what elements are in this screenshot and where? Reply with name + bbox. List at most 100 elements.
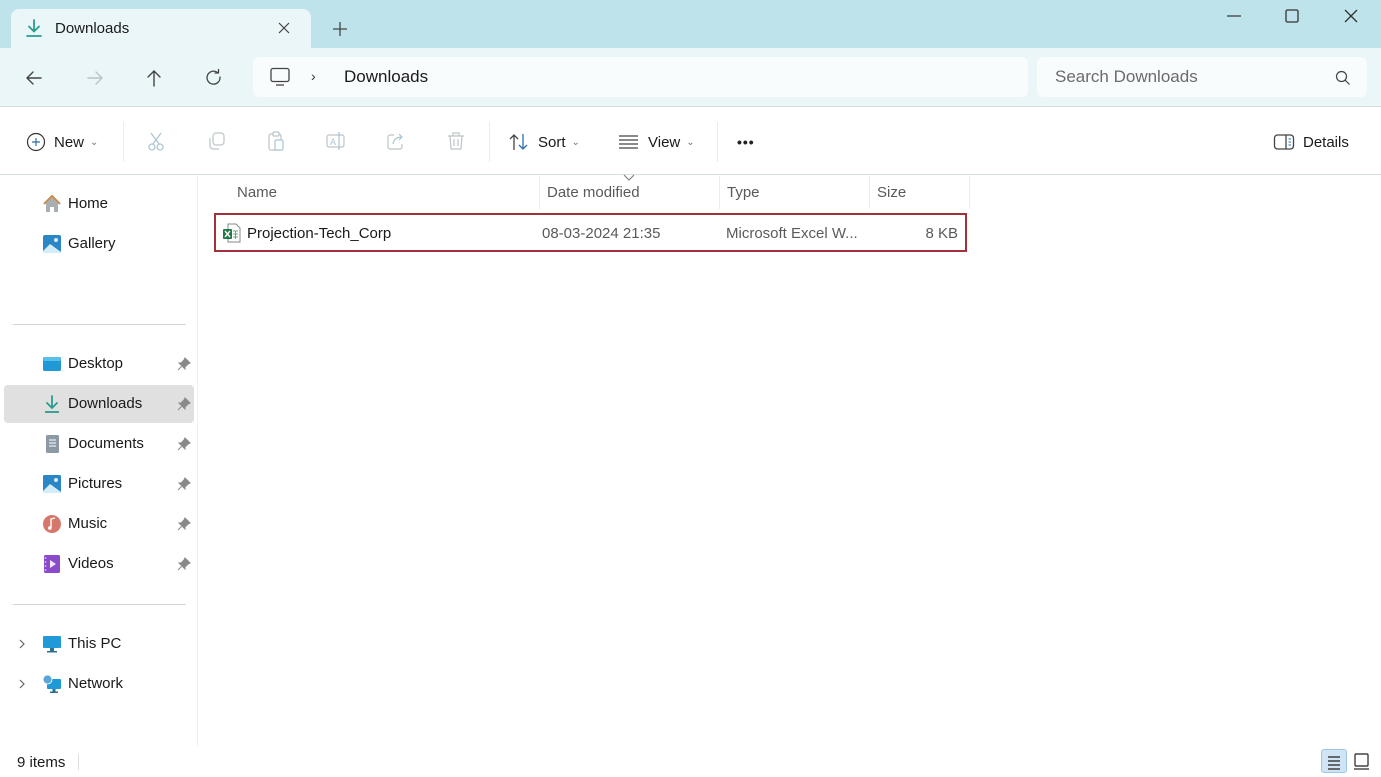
details-label: Details	[1303, 133, 1349, 151]
copy-icon[interactable]	[205, 130, 227, 152]
more-options-button[interactable]: •••	[737, 130, 755, 154]
file-row[interactable]: Projection-Tech_Corp 08-03-2024 21:35 Mi…	[214, 213, 967, 252]
details-pane-button[interactable]: Details	[1273, 130, 1349, 154]
divider	[78, 754, 79, 770]
excel-file-icon	[223, 223, 241, 243]
sidebar-item-home[interactable]: Home	[4, 185, 194, 223]
close-window-icon[interactable]	[1341, 6, 1361, 26]
column-header-size[interactable]: Size	[869, 176, 970, 209]
divider	[13, 324, 186, 325]
divider	[489, 122, 490, 162]
sidebar-item-gallery[interactable]: Gallery	[4, 225, 194, 263]
sidebar-item-downloads[interactable]: Downloads	[4, 385, 194, 423]
column-header-name[interactable]: Name	[229, 176, 540, 209]
item-count: 9 items	[17, 754, 66, 771]
rename-icon[interactable]: A	[325, 130, 347, 152]
new-label: New	[54, 133, 85, 151]
desktop-icon	[43, 357, 61, 371]
sidebar-item-network[interactable]: Network	[4, 665, 194, 703]
sidebar-item-label: Network	[68, 675, 124, 692]
search-icon[interactable]	[1335, 70, 1351, 86]
music-icon	[43, 515, 61, 533]
large-icons-view-icon	[1354, 753, 1369, 770]
add-icon	[26, 132, 46, 152]
sidebar-item-label: This PC	[68, 635, 122, 652]
pin-icon[interactable]	[177, 477, 191, 491]
maximize-icon[interactable]	[1282, 6, 1302, 26]
column-header-type[interactable]: Type	[719, 176, 870, 209]
details-pane-icon	[1273, 134, 1295, 150]
close-tab-icon[interactable]	[275, 19, 293, 37]
home-icon	[43, 195, 61, 212]
back-icon[interactable]	[23, 67, 45, 89]
chevron-right-icon[interactable]	[16, 677, 28, 691]
this-pc-icon[interactable]	[269, 67, 291, 87]
sidebar-item-music[interactable]: Music	[4, 505, 194, 543]
file-name: Projection-Tech_Corp	[247, 225, 392, 242]
address-bar[interactable]: › Downloads	[253, 57, 1028, 97]
pin-icon[interactable]	[177, 357, 191, 371]
sidebar-item-pictures[interactable]: Pictures	[4, 465, 194, 503]
address-row: › Downloads	[0, 48, 1381, 107]
sidebar-item-this-pc[interactable]: This PC	[4, 625, 194, 663]
download-icon	[45, 395, 59, 413]
breadcrumb-separator[interactable]: ›	[311, 68, 316, 84]
file-type: Microsoft Excel W...	[726, 225, 858, 242]
sort-label: Sort	[538, 133, 566, 151]
status-bar: 9 items	[0, 748, 1381, 774]
divider	[13, 604, 186, 605]
sidebar-item-label: Videos	[68, 555, 114, 572]
sidebar-item-label: Home	[68, 195, 109, 212]
pin-icon[interactable]	[177, 397, 191, 411]
videos-icon	[44, 555, 60, 573]
share-icon[interactable]	[385, 130, 407, 152]
search-input[interactable]	[1047, 63, 1327, 91]
pictures-icon	[43, 475, 61, 493]
sidebar-item-label: Documents	[68, 435, 144, 452]
forward-icon[interactable]	[84, 67, 106, 89]
chevron-down-icon: ⌄	[686, 136, 695, 148]
navigation-pane: Home Gallery Desktop Downloads Documents	[0, 176, 198, 746]
gallery-icon	[43, 235, 61, 253]
view-button[interactable]: View ⌄	[618, 130, 695, 154]
chevron-down-icon: ⌄	[571, 136, 580, 148]
sidebar-item-label: Gallery	[68, 235, 116, 252]
sidebar-item-desktop[interactable]: Desktop	[4, 345, 194, 383]
more-icon: •••	[737, 134, 755, 150]
network-icon	[42, 674, 61, 693]
pin-icon[interactable]	[177, 557, 191, 571]
chevron-right-icon[interactable]	[16, 637, 28, 651]
large-icons-view-button[interactable]	[1350, 749, 1376, 773]
delete-icon[interactable]	[445, 130, 467, 152]
chevron-down-icon: ⌄	[90, 136, 99, 148]
view-list-icon	[619, 135, 638, 149]
divider	[123, 122, 124, 162]
sort-descending-icon	[623, 174, 635, 181]
file-size: 8 KB	[925, 225, 958, 242]
svg-text:A: A	[330, 137, 336, 147]
pin-icon[interactable]	[177, 517, 191, 531]
details-view-button[interactable]	[1321, 749, 1347, 773]
breadcrumb-current[interactable]: Downloads	[344, 67, 428, 87]
sidebar-item-label: Pictures	[68, 475, 123, 492]
search-box[interactable]	[1037, 57, 1367, 97]
sort-icon	[509, 134, 528, 150]
documents-icon	[46, 435, 59, 453]
sidebar-item-label: Desktop	[68, 355, 124, 372]
sidebar-item-videos[interactable]: Videos	[4, 545, 194, 583]
sidebar-item-documents[interactable]: Documents	[4, 425, 194, 463]
tab-downloads[interactable]: Downloads	[11, 9, 311, 48]
refresh-icon[interactable]	[203, 67, 225, 89]
sort-button[interactable]: Sort ⌄	[508, 130, 580, 154]
cut-icon[interactable]	[145, 130, 167, 152]
up-icon[interactable]	[143, 67, 165, 89]
pin-icon[interactable]	[177, 437, 191, 451]
sidebar-item-label: Music	[68, 515, 108, 532]
new-button[interactable]: New ⌄	[26, 130, 98, 154]
minimize-icon[interactable]	[1224, 6, 1244, 26]
divider	[717, 122, 718, 162]
details-view-icon	[1328, 756, 1340, 770]
paste-icon[interactable]	[265, 130, 287, 152]
new-tab-icon[interactable]	[330, 19, 350, 39]
this-pc-icon	[43, 636, 61, 653]
